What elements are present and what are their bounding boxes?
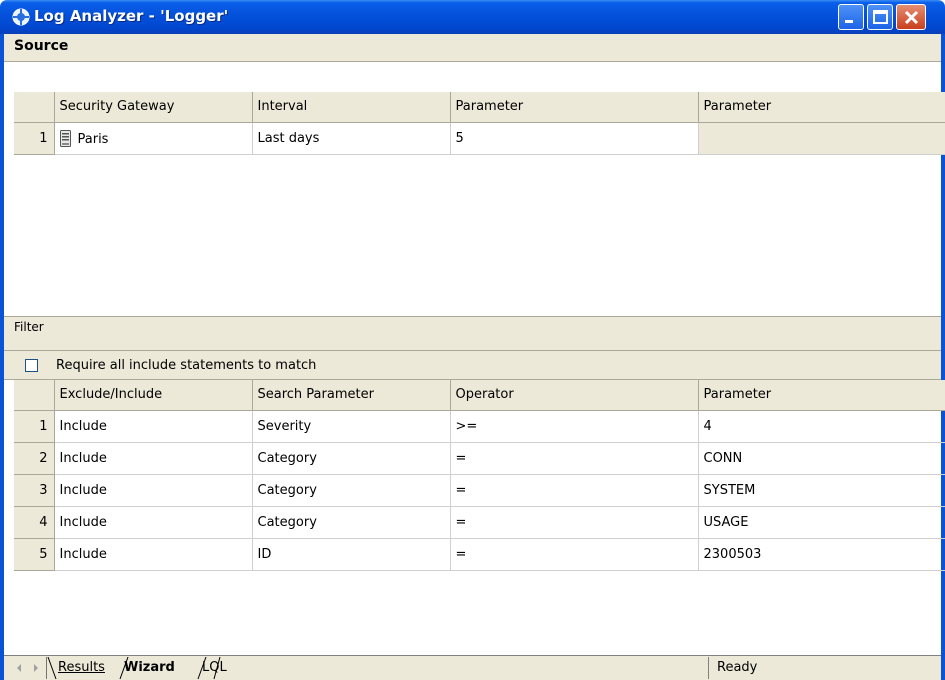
column-header-search-parameter[interactable]: Search Parameter [252,380,451,411]
tab-strip: Results Wizard LQL Ready [4,655,941,680]
close-button[interactable] [896,4,926,30]
server-icon [59,129,71,147]
value-cell[interactable]: SYSTEM [698,474,945,507]
value-cell[interactable]: CONN [698,442,945,475]
table-row[interactable]: 1 Paris Last days 5 [14,122,945,155]
row-number[interactable]: 3 [14,474,55,507]
mode-cell[interactable]: Include [54,442,253,475]
gateway-name: Paris [77,131,109,147]
filter-grid-header: Exclude/Include Search Parameter Operato… [14,380,945,411]
row-number[interactable]: 2 [14,442,55,475]
column-header-operator[interactable]: Operator [450,380,699,411]
operator-cell[interactable]: = [450,442,699,475]
log-analyzer-window: Log Analyzer - 'Logger' Source Security … [0,0,945,680]
filter-section-label: Filter [14,320,44,334]
column-header-exclude-include[interactable]: Exclude/Include [54,380,253,411]
parameter-cell[interactable]: 5 [450,122,699,155]
source-grid-header: Security Gateway Interval Parameter Para… [14,92,945,123]
search-parameter-cell[interactable]: Category [252,506,451,539]
value-cell[interactable]: USAGE [698,506,945,539]
value-cell[interactable]: 2300503 [698,538,945,571]
parameter-2-cell[interactable] [698,122,945,155]
log-analyzer-app-icon [12,8,30,26]
tab-results-label: Results [58,660,105,675]
operator-cell[interactable]: >= [450,410,699,443]
filter-grid: Exclude/Include Search Parameter Operato… [14,380,945,571]
mode-cell[interactable]: Include [54,410,253,443]
interval-cell[interactable]: Last days [252,122,451,155]
mode-cell[interactable]: Include [54,538,253,571]
operator-cell[interactable]: = [450,474,699,507]
source-header-bar [4,34,941,62]
filter-header-bar [4,316,941,350]
close-icon [904,10,919,25]
source-corner-cell[interactable] [14,92,55,123]
maximize-icon [873,10,888,24]
row-number[interactable]: 1 [14,410,55,443]
tab-wizard-label: Wizard [124,660,175,675]
status-text: Ready [708,657,941,679]
search-parameter-cell[interactable]: ID [252,538,451,571]
maximize-button[interactable] [867,4,893,30]
title-bar[interactable]: Log Analyzer - 'Logger' [0,0,945,34]
table-row[interactable]: 4 Include Category = USAGE [14,506,945,539]
gateway-cell[interactable]: Paris [54,122,253,155]
tab-lql[interactable]: LQL [202,658,227,678]
filter-corner-cell[interactable] [14,380,55,411]
column-header-parameter[interactable]: Parameter [698,380,945,411]
require-all-checkbox[interactable] [25,359,38,372]
require-all-label[interactable]: Require all include statements to match [56,358,316,373]
column-header-parameter[interactable]: Parameter [450,92,699,123]
search-parameter-cell[interactable]: Severity [252,410,451,443]
source-grid: Security Gateway Interval Parameter Para… [14,92,945,155]
row-number[interactable]: 4 [14,506,55,539]
table-row[interactable]: 2 Include Category = CONN [14,442,945,475]
row-number[interactable]: 1 [14,122,55,155]
mode-cell[interactable]: Include [54,474,253,507]
column-header-parameter-2[interactable]: Parameter [698,92,945,123]
column-header-interval[interactable]: Interval [252,92,451,123]
source-section-label: Source [14,38,69,54]
table-row[interactable]: 5 Include ID = 2300503 [14,538,945,571]
minimize-icon [845,20,853,23]
tab-wizard[interactable]: Wizard [124,658,175,678]
operator-cell[interactable]: = [450,506,699,539]
tab-results[interactable]: Results [58,658,105,678]
value-cell[interactable]: 4 [698,410,945,443]
operator-cell[interactable]: = [450,538,699,571]
minimize-button[interactable] [838,4,864,30]
mode-cell[interactable]: Include [54,506,253,539]
table-row[interactable]: 1 Include Severity >= 4 [14,410,945,443]
table-row[interactable]: 3 Include Category = SYSTEM [14,474,945,507]
window-title: Log Analyzer - 'Logger' [34,7,229,25]
scroll-left-icon[interactable] [12,660,26,676]
row-number[interactable]: 5 [14,538,55,571]
search-parameter-cell[interactable]: Category [252,474,451,507]
require-all-row: Require all include statements to match [4,350,941,380]
column-header-security-gateway[interactable]: Security Gateway [54,92,253,123]
scroll-right-icon[interactable] [29,660,43,676]
tab-lql-label: LQL [202,660,227,675]
search-parameter-cell[interactable]: Category [252,442,451,475]
